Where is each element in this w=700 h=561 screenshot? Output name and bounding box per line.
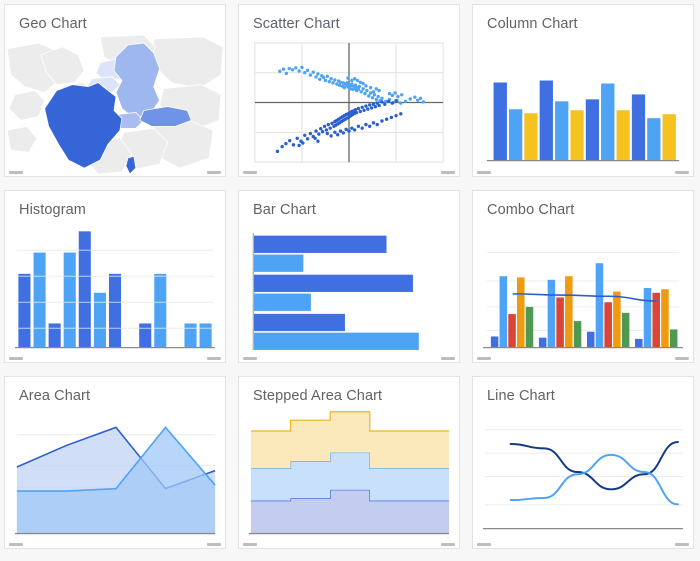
card-scroll-nub-left[interactable]	[477, 357, 491, 360]
bar-chart[interactable]	[239, 221, 459, 362]
card-scroll-nub-right[interactable]	[441, 543, 455, 546]
chart-card-bar[interactable]: Bar Chart	[238, 190, 460, 363]
card-title-geo: Geo Chart	[19, 16, 87, 32]
chart-card-stepped-area[interactable]: Stepped Area Chart	[238, 376, 460, 549]
card-scroll-nub-left[interactable]	[477, 171, 491, 174]
card-title-line: Line Chart	[487, 388, 555, 404]
card-scroll-nub-right[interactable]	[207, 543, 221, 546]
card-scroll-nub-right[interactable]	[675, 543, 689, 546]
card-scroll-nub-right[interactable]	[441, 171, 455, 174]
geo-region-austria	[139, 106, 192, 127]
chart-card-histogram[interactable]: Histogram	[4, 190, 226, 363]
scatter-chart[interactable]	[239, 35, 459, 176]
chart-card-area[interactable]: Area Chart	[4, 376, 226, 549]
card-title-bar: Bar Chart	[253, 202, 316, 218]
card-title-stepped-area: Stepped Area Chart	[253, 388, 383, 404]
card-title-scatter: Scatter Chart	[253, 16, 340, 32]
column-chart[interactable]	[473, 35, 693, 176]
chart-card-grid: Geo Chart Scatter Chart Column Chart His…	[0, 0, 700, 549]
chart-card-combo[interactable]: Combo Chart	[472, 190, 694, 363]
card-scroll-nub-right[interactable]	[441, 357, 455, 360]
chart-card-line[interactable]: Line Chart	[472, 376, 694, 549]
card-scroll-nub-right[interactable]	[207, 357, 221, 360]
chart-card-column[interactable]: Column Chart	[472, 4, 694, 177]
geo-chart[interactable]	[5, 35, 225, 176]
card-title-column: Column Chart	[487, 16, 578, 32]
chart-card-scatter[interactable]: Scatter Chart	[238, 4, 460, 177]
combo-chart[interactable]	[473, 221, 693, 362]
stepped-area-chart[interactable]	[239, 407, 459, 548]
card-scroll-nub-left[interactable]	[243, 543, 257, 546]
card-scroll-nub-left[interactable]	[9, 543, 23, 546]
histogram-chart[interactable]	[5, 221, 225, 362]
card-title-combo: Combo Chart	[487, 202, 575, 218]
card-scroll-nub-left[interactable]	[9, 357, 23, 360]
card-scroll-nub-left[interactable]	[9, 171, 23, 174]
card-scroll-nub-left[interactable]	[243, 357, 257, 360]
card-scroll-nub-left[interactable]	[243, 171, 257, 174]
area-chart[interactable]	[5, 407, 225, 548]
card-title-histogram: Histogram	[19, 202, 86, 218]
card-scroll-nub-right[interactable]	[675, 171, 689, 174]
chart-gallery-page: Geo Chart Scatter Chart Column Chart His…	[0, 0, 700, 561]
card-scroll-nub-right[interactable]	[675, 357, 689, 360]
chart-card-geo[interactable]: Geo Chart	[4, 4, 226, 177]
card-scroll-nub-right[interactable]	[207, 171, 221, 174]
line-chart[interactable]	[473, 407, 693, 548]
card-scroll-nub-left[interactable]	[477, 543, 491, 546]
card-title-area: Area Chart	[19, 388, 91, 404]
